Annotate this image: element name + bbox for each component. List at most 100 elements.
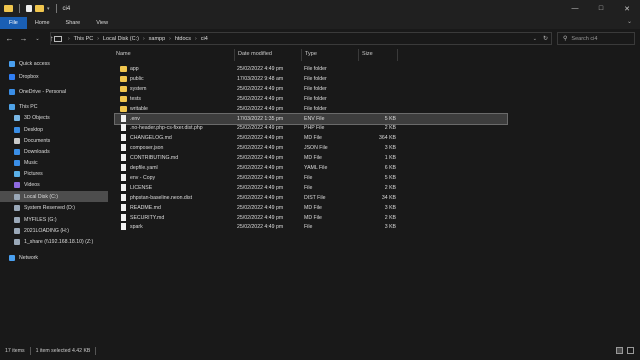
- tab-file[interactable]: File: [0, 17, 27, 29]
- file-date-modified: 25/02/2022 4:49 pm: [237, 194, 284, 201]
- file-size: 34 KB: [381, 194, 396, 201]
- file-icon: [121, 164, 126, 171]
- sidebar-item[interactable]: This PC: [0, 101, 108, 112]
- sidebar-item-label: Local Disk (C:): [24, 193, 59, 200]
- minimize-button[interactable]: —: [562, 0, 588, 17]
- forward-arrow-icon[interactable]: →: [19, 34, 28, 43]
- file-row[interactable]: composer.json 25/02/2022 4:49 pm JSON File…: [115, 143, 507, 153]
- sidebar-item[interactable]: Local Disk (C:): [0, 191, 108, 202]
- sidebar-item[interactable]: MYFILES (G:): [0, 214, 108, 225]
- file-row[interactable]: spark 25/02/2022 4:49 pm File 3 KB: [115, 222, 507, 232]
- chevron-right-icon[interactable]: ›: [192, 36, 200, 42]
- file-date-modified: 25/02/2022 4:49 pm: [237, 174, 284, 181]
- sidebar-item[interactable]: Desktop: [0, 124, 108, 135]
- file-row[interactable]: CONTRIBUTING.md 25/02/2022 4:49 pm MD File…: [115, 153, 507, 163]
- file-row[interactable]: .no-header.php-cs-fixer.dist.php 25/02/20…: [115, 123, 507, 133]
- breadcrumb-xampp[interactable]: xampp: [148, 36, 167, 42]
- chevron-right-icon[interactable]: ›: [140, 36, 148, 42]
- file-row[interactable]: env - Copy 25/02/2022 4:49 pm File 5 KB: [115, 173, 507, 183]
- sidebar-item[interactable]: Videos: [0, 179, 108, 190]
- maximize-button[interactable]: □: [588, 0, 614, 17]
- sidebar-item[interactable]: Pictures: [0, 168, 108, 179]
- file-explorer-window: ▾ ci4 — □ ✕ File Home Share View ⌄ ← → ⌄…: [0, 0, 640, 360]
- folder-icon: [4, 5, 13, 12]
- network-drive-icon: [14, 238, 20, 245]
- chevron-down-icon[interactable]: ▾: [47, 6, 50, 12]
- tab-home[interactable]: Home: [27, 17, 58, 29]
- chevron-right-icon[interactable]: ›: [166, 36, 174, 42]
- breadcrumb-htdocs[interactable]: htdocs: [174, 36, 192, 42]
- file-date-modified: 25/02/2022 4:49 pm: [237, 66, 284, 72]
- file-row[interactable]: LICENSE 25/02/2022 4:49 pm File 2 KB: [115, 183, 507, 193]
- network-icon: [9, 254, 15, 261]
- search-input[interactable]: Search ci4: [571, 36, 597, 42]
- file-type: ENV File: [304, 115, 325, 122]
- file-date-modified: 17/03/2022 9:48 am: [237, 75, 284, 82]
- sidebar-item-label: Dropbox: [19, 73, 39, 80]
- sidebar-item[interactable]: System Reserved (D:): [0, 202, 108, 213]
- breadcrumb-ci4[interactable]: ci4: [200, 36, 209, 42]
- address-bar[interactable]: › This PC › Local Disk (C:) › xampp › ht…: [50, 32, 552, 45]
- chevron-down-icon[interactable]: ⌄: [533, 36, 537, 42]
- sidebar-item[interactable]: Documents: [0, 135, 108, 146]
- status-bar: 17 items 1 item selected 4.42 KB: [0, 342, 640, 360]
- sidebar-item[interactable]: OneDrive - Personal: [0, 86, 108, 97]
- file-size: 3 KB: [384, 204, 396, 211]
- file-type: DIST File: [304, 194, 326, 201]
- folder-row[interactable]: app 25/02/2022 4:49 pm File folder: [115, 64, 507, 74]
- sidebar-item[interactable]: 2021LOADING (H:): [0, 225, 108, 236]
- file-type: MD File: [304, 214, 322, 221]
- recent-locations-icon[interactable]: ⌄: [33, 36, 42, 42]
- sidebar-item[interactable]: 3D Objects: [0, 112, 108, 123]
- folder-row[interactable]: public 17/03/2022 9:48 am File folder: [115, 74, 507, 84]
- column-header-name[interactable]: Name: [116, 48, 131, 61]
- tab-share[interactable]: Share: [58, 17, 89, 29]
- file-date-modified: 25/02/2022 4:49 pm: [237, 214, 284, 221]
- tab-view[interactable]: View: [88, 17, 116, 29]
- sidebar-item[interactable]: Downloads: [0, 146, 108, 157]
- file-row[interactable]: .env 17/03/2022 1:35 pm ENV File 5 KB: [114, 112, 508, 125]
- sidebar-item[interactable]: Music: [0, 157, 108, 168]
- file-size: 2 KB: [384, 214, 396, 221]
- sidebar-item-label: Desktop: [24, 126, 44, 133]
- file-row[interactable]: CHANGELOG.md 25/02/2022 4:49 pm MD File 364…: [115, 133, 507, 143]
- new-folder-icon[interactable]: [35, 5, 44, 12]
- sidebar-item[interactable]: Network: [0, 252, 108, 263]
- search-icon: ⚲: [563, 36, 568, 42]
- expand-ribbon-icon[interactable]: ⌄: [627, 18, 632, 25]
- file-row[interactable]: README.md 25/02/2022 4:49 pm MD File 3 KB: [115, 203, 507, 213]
- column-header-type[interactable]: Type: [305, 48, 317, 61]
- column-divider[interactable]: [358, 49, 359, 61]
- refresh-icon[interactable]: ↻: [543, 35, 548, 42]
- large-icons-view-icon[interactable]: [627, 347, 634, 354]
- chevron-right-icon[interactable]: ›: [65, 36, 73, 42]
- breadcrumb-local-disk[interactable]: Local Disk (C:): [102, 36, 140, 42]
- folder-row[interactable]: tests 25/02/2022 4:49 pm File folder: [115, 94, 507, 104]
- file-row[interactable]: phpstan-baseline.neon.dist 25/02/2022 4:4…: [115, 193, 507, 203]
- sidebar-item[interactable]: Quick access: [0, 58, 108, 69]
- sidebar-item[interactable]: 1_share (\\192.168.18.10) (Z:): [0, 236, 108, 247]
- column-header-size[interactable]: Size: [362, 48, 373, 61]
- details-view-icon[interactable]: [616, 347, 623, 354]
- back-arrow-icon[interactable]: ←: [5, 34, 14, 43]
- sidebar-item-label: Network: [19, 254, 39, 261]
- folder-row[interactable]: writable 25/02/2022 4:49 pm File folder: [115, 104, 507, 114]
- column-divider[interactable]: [301, 49, 302, 61]
- file-icon: [121, 154, 126, 162]
- breadcrumb-this-pc[interactable]: This PC: [73, 36, 95, 42]
- file-type: File: [304, 184, 313, 191]
- folder-row[interactable]: system 25/02/2022 4:49 pm File folder: [115, 84, 507, 94]
- file-row[interactable]: SECURITY.md 25/02/2022 4:49 pm MD File 2 KB: [115, 213, 507, 223]
- column-divider[interactable]: [234, 49, 235, 61]
- file-row[interactable]: depfile.yaml 25/02/2022 4:49 pm YAML File 6…: [115, 163, 507, 173]
- chevron-right-icon[interactable]: ›: [94, 36, 102, 42]
- close-button[interactable]: ✕: [614, 0, 640, 17]
- file-type: PHP File: [304, 125, 325, 132]
- folder-icon: [120, 85, 127, 92]
- column-header-date[interactable]: Date modified: [238, 48, 272, 61]
- file-size: 2 KB: [384, 125, 396, 132]
- column-divider[interactable]: [397, 49, 398, 61]
- sidebar-item[interactable]: Dropbox: [0, 71, 108, 82]
- search-box[interactable]: ⚲ Search ci4: [557, 32, 635, 45]
- properties-icon[interactable]: [26, 5, 32, 12]
